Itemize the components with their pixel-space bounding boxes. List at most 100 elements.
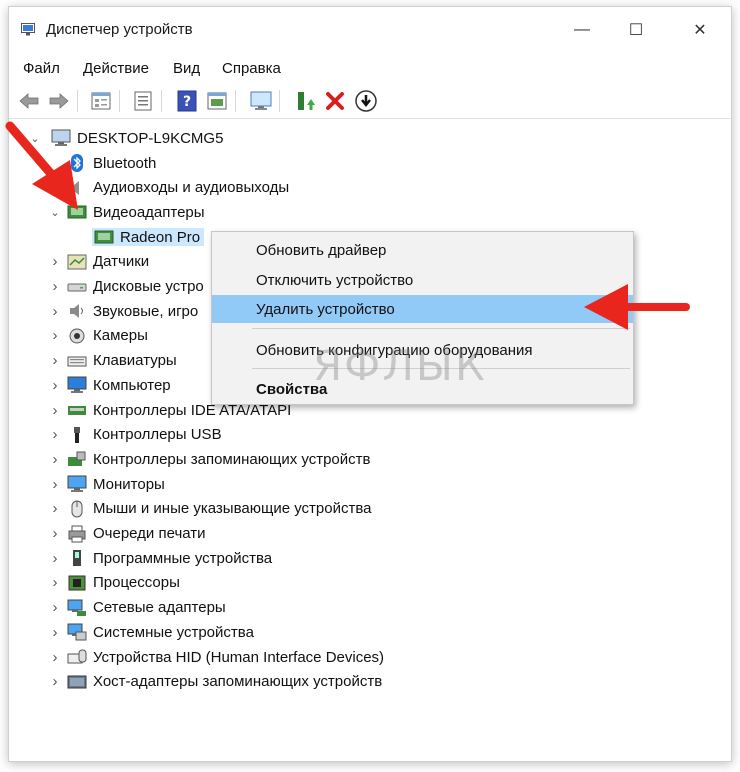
chevron-right-icon[interactable]: › (49, 451, 61, 468)
chevron-right-icon[interactable]: › (49, 550, 61, 567)
chevron-right-icon[interactable]: › (49, 377, 61, 394)
menu-action[interactable]: Действие (83, 60, 149, 77)
toolbar-separator (119, 90, 120, 112)
chevron-right-icon[interactable]: › (49, 352, 61, 369)
tree-item[interactable]: › Клавиатуры (53, 349, 177, 373)
chevron-right-icon[interactable]: › (49, 624, 61, 641)
forward-arrow-icon[interactable] (47, 89, 71, 113)
help-icon[interactable]: ? (175, 89, 199, 113)
toolbar-separator (77, 90, 78, 112)
camera-icon (69, 328, 85, 344)
tree-item-label: Radeon Pro (120, 228, 201, 246)
tree-item[interactable]: › Программные устройства (53, 546, 273, 570)
chevron-right-icon[interactable]: › (49, 402, 61, 419)
chevron-right-icon[interactable]: › (49, 649, 61, 666)
toolbar-separator (235, 90, 236, 112)
tree-item[interactable]: › Контроллеры запоминающих устройств (53, 447, 371, 471)
tree-item[interactable]: › Очереди печати (53, 522, 206, 546)
context-uninstall-device[interactable]: Удалить устройство (212, 295, 633, 323)
printer-icon (68, 525, 86, 542)
tree-item[interactable]: Аудиовходы и аудиовыходы (67, 176, 289, 200)
menu-file[interactable]: Файл (23, 60, 60, 77)
toolbar: ? (9, 84, 731, 119)
tree-item-label: Аудиовходы и аудиовыходы (93, 179, 290, 197)
tree-item-label: Программные устройства (93, 549, 273, 567)
usb-icon (74, 426, 80, 443)
context-update-driver[interactable]: Обновить драйвер (212, 236, 633, 264)
chevron-right-icon[interactable]: › (49, 327, 61, 344)
toolbar-separator (161, 90, 162, 112)
remove-icon[interactable] (323, 89, 347, 113)
tree-item-label: Контроллеры USB (93, 426, 222, 444)
update-driver-icon[interactable] (293, 89, 317, 113)
software-device-icon (73, 550, 81, 567)
chevron-right-icon[interactable]: › (49, 599, 61, 616)
tree-item[interactable]: › Датчики (53, 250, 150, 274)
minimize-button[interactable]: — (559, 15, 605, 45)
tree-item-label: Bluetooth (93, 154, 157, 172)
keyboard-icon (67, 356, 87, 367)
list-icon[interactable] (131, 89, 155, 113)
view-icon[interactable] (205, 89, 229, 113)
tree-item-label: Камеры (93, 327, 148, 345)
tree-item-label: Хост-адаптеры запоминающих устройств (93, 673, 383, 691)
chevron-right-icon[interactable]: › (49, 476, 61, 493)
properties-icon[interactable] (89, 89, 113, 113)
tree-item-label: Видеоадаптеры (93, 203, 205, 221)
tree-item[interactable]: › Устройства HID (Human Interface Devices… (53, 645, 385, 669)
tree-item[interactable]: › Мониторы (53, 472, 165, 496)
watermark: ЯФЛЫК (313, 341, 487, 390)
host-adapter-icon (67, 675, 87, 689)
tree-item[interactable]: › Дисковые устро (53, 275, 204, 299)
tree-item[interactable]: › Мыши и иные указывающие устройства (53, 497, 371, 521)
storage-controller-icon (68, 451, 86, 467)
system-device-icon (67, 623, 87, 641)
chevron-right-icon[interactable]: › (49, 673, 61, 690)
tree-item-label: Устройства HID (Human Interface Devices) (93, 648, 385, 666)
tree-item-label: Дисковые устро (93, 278, 204, 295)
device-manager-icon (21, 23, 35, 36)
red-arrow-annotation-left (5, 121, 78, 210)
context-item-label: Удалить устройство (256, 300, 395, 318)
tree-item[interactable]: › Контроллеры USB (53, 423, 222, 447)
display-adapter-icon (94, 230, 114, 244)
tree-item-label: Очереди печати (93, 525, 206, 542)
tree-item[interactable]: › Компьютер (53, 373, 171, 397)
tree-item-label: Клавиатуры (93, 352, 177, 370)
tree-item[interactable]: › Процессоры (53, 571, 180, 595)
tree-item-label: Датчики (93, 253, 150, 271)
tree-item-label: Звуковые, игро (93, 302, 199, 320)
tree-item-label: Системные устройства (93, 623, 254, 641)
chevron-right-icon[interactable]: › (49, 574, 61, 591)
tree-item[interactable]: › Камеры (53, 324, 148, 348)
back-arrow-icon[interactable] (17, 89, 41, 113)
sensor-icon (67, 254, 87, 270)
maximize-button[interactable]: ☐ (613, 15, 659, 45)
tree-item-label: Компьютер (93, 376, 171, 394)
context-item-label: Свойства (256, 380, 328, 398)
tree-item-label: Сетевые адаптеры (93, 599, 226, 617)
chevron-right-icon[interactable]: › (49, 303, 61, 320)
menu-view[interactable]: Вид (173, 60, 200, 77)
menu-help[interactable]: Справка (222, 60, 281, 77)
tree-item[interactable]: › Системные устройства (53, 620, 254, 644)
toolbar-separator (279, 90, 280, 112)
title-bar: Диспетчер устройств — ☐ ✕ (9, 7, 731, 55)
chevron-right-icon[interactable]: › (49, 253, 61, 270)
tree-root-label: DESKTOP-L9KCMG5 (77, 129, 224, 147)
context-disable-device[interactable]: Отключить устройство (212, 266, 633, 294)
tree-item[interactable]: › Сетевые адаптеры (53, 596, 226, 620)
chevron-right-icon[interactable]: › (49, 525, 61, 542)
download-icon[interactable] (354, 89, 378, 113)
chevron-right-icon[interactable]: › (49, 278, 61, 295)
close-button[interactable]: ✕ (677, 15, 723, 45)
mouse-icon (71, 500, 83, 518)
tree-child-item[interactable]: Radeon Pro (92, 225, 205, 249)
tree-item[interactable]: › Звуковые, игро (53, 299, 199, 323)
chevron-right-icon[interactable]: › (49, 426, 61, 443)
chevron-right-icon[interactable]: › (49, 500, 61, 517)
tree-item-label: Контроллеры запоминающих устройств (93, 450, 371, 468)
monitor-icon[interactable] (249, 89, 273, 113)
context-separator (252, 328, 630, 329)
tree-item[interactable]: › Хост-адаптеры запоминающих устройств (53, 670, 383, 694)
